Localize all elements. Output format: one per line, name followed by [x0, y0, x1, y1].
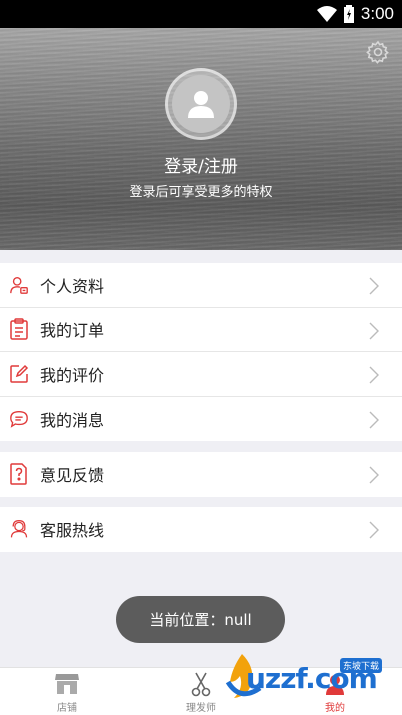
menu-label: 我的消息: [40, 410, 105, 430]
wifi-icon: [316, 5, 338, 27]
watermark-logo: uzzf.com 东坡下载: [222, 650, 400, 712]
chevron-right-icon: [368, 321, 380, 345]
status-time: 3:00: [360, 4, 394, 23]
watermark-badge: 东坡下载: [340, 658, 383, 673]
menu-label: 我的订单: [40, 321, 105, 341]
clipboard-icon: [9, 318, 29, 340]
menu-label: 个人资料: [40, 276, 105, 296]
gear-icon[interactable]: [366, 40, 390, 68]
chevron-right-icon: [368, 465, 380, 489]
chevron-right-icon: [368, 365, 380, 389]
profile-header: 登录/注册 登录后可享受更多的特权: [0, 28, 402, 250]
location-toast: 当前位置：null: [116, 596, 285, 643]
tab-store[interactable]: 店铺: [0, 668, 134, 715]
menu-item-messages[interactable]: 我的消息: [0, 397, 402, 442]
store-icon: [54, 671, 80, 697]
chevron-right-icon: [368, 520, 380, 544]
menu-item-reviews[interactable]: 我的评价: [0, 352, 402, 397]
menu-item-hotline[interactable]: 客服热线: [0, 507, 402, 552]
tab-label: 店铺: [57, 703, 77, 714]
scissors-icon: [190, 671, 212, 697]
menu-group-support: 客服热线: [0, 507, 402, 552]
menu-label: 我的评价: [40, 365, 105, 385]
edit-icon: [9, 364, 29, 384]
menu-label: 意见反馈: [40, 466, 105, 486]
menu-item-orders[interactable]: 我的订单: [0, 308, 402, 352]
chevron-right-icon: [368, 276, 380, 300]
avatar[interactable]: [165, 68, 237, 140]
login-register-link[interactable]: 登录/注册: [0, 152, 402, 177]
menu-item-feedback[interactable]: 意见反馈: [0, 452, 402, 497]
user-silhouette-icon: [188, 91, 214, 118]
headset-icon: [9, 519, 29, 539]
chat-bubble-icon: [9, 409, 29, 429]
tab-label: 理发师: [186, 703, 216, 714]
status-bar: 3:00: [0, 0, 402, 28]
chevron-right-icon: [368, 410, 380, 434]
feedback-icon: [9, 463, 29, 485]
menu-group-account: 个人资料 我的订单 我的评价 我的消息: [0, 263, 402, 441]
login-subtitle: 登录后可享受更多的特权: [129, 185, 273, 200]
person-card-icon: [9, 275, 29, 295]
battery-icon: [344, 5, 354, 27]
menu-label: 客服热线: [40, 521, 105, 541]
menu-group-feedback: 意见反馈: [0, 452, 402, 497]
menu-item-profile[interactable]: 个人资料: [0, 263, 402, 308]
